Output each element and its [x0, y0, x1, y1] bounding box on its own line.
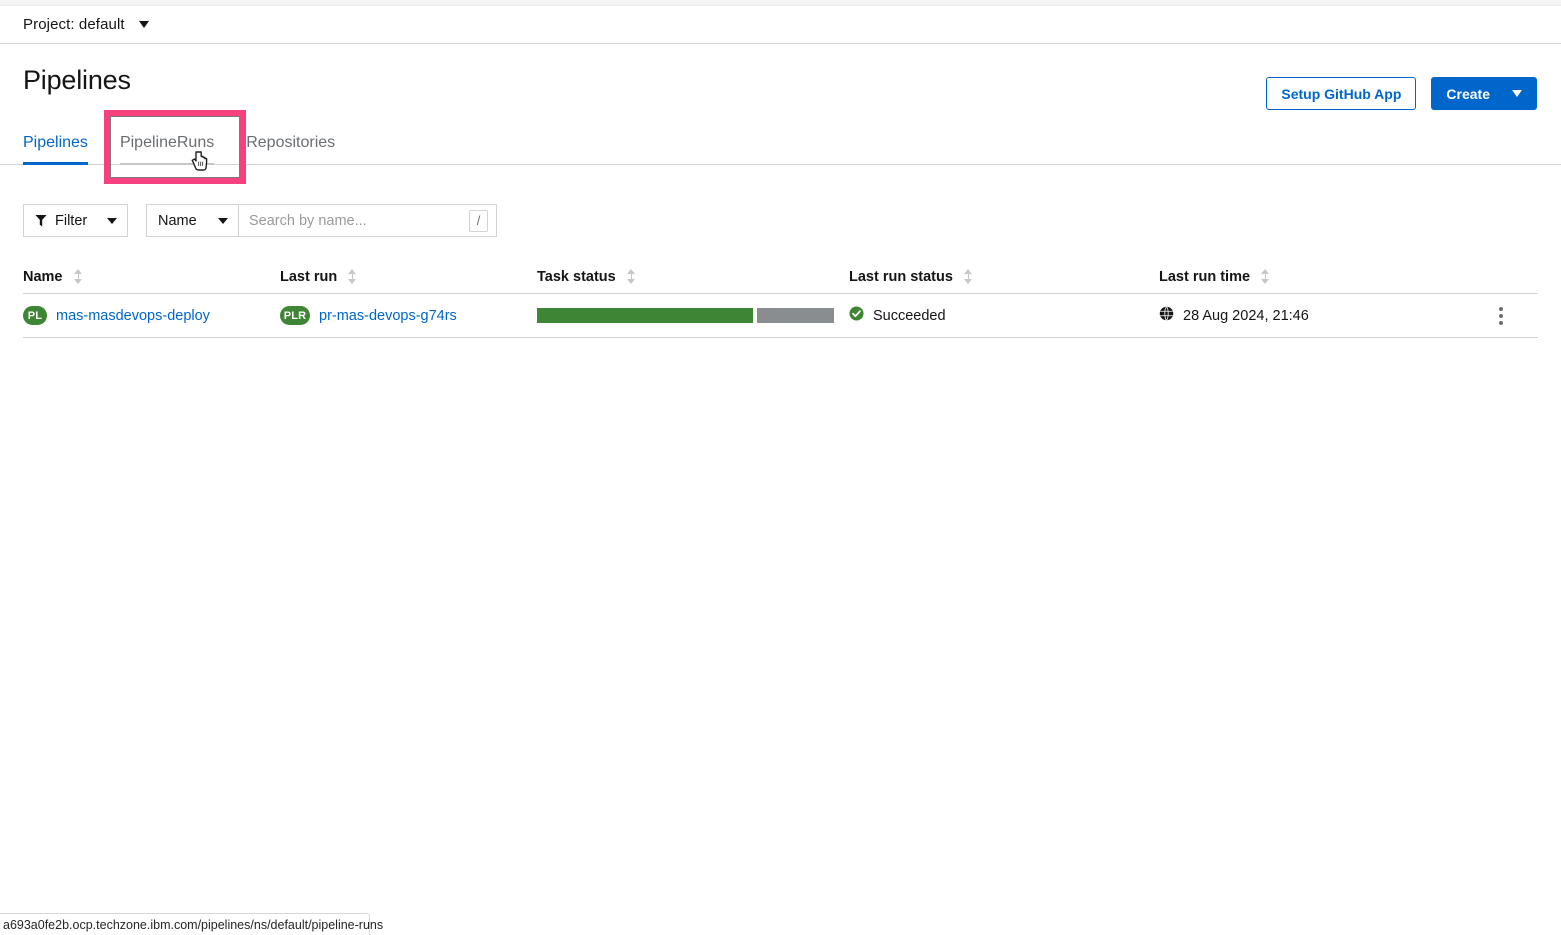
pipelinerun-name-link[interactable]: pr-mas-devops-g74rs [319, 308, 457, 324]
column-header-last-run-time-label: Last run time [1159, 268, 1251, 285]
column-header-last-run-label: Last run [280, 268, 338, 285]
pipeline-badge-icon: PL [23, 306, 47, 325]
task-status-pending-segment [757, 308, 834, 323]
table-row: PL mas-masdevops-deploy PLR pr-mas-devop… [23, 294, 1538, 338]
check-circle-icon [849, 306, 864, 325]
tab-repositories-label: Repositories [246, 133, 336, 151]
column-header-last-run-status-label: Last run status [849, 268, 953, 285]
page-header: Pipelines Setup GitHub App Create [0, 45, 1561, 120]
kebab-menu-icon[interactable] [1495, 303, 1507, 329]
cell-task-status [537, 308, 849, 323]
tab-pipelineruns-label: PipelineRuns [119, 133, 215, 151]
column-header-task-status-label: Task status [537, 268, 616, 285]
tab-pipelines-label: Pipelines [23, 133, 88, 151]
tab-pipelines[interactable]: Pipelines [23, 120, 104, 165]
header-actions: Setup GitHub App Create [1266, 77, 1537, 110]
sort-icon [73, 269, 83, 284]
tab-list: Pipelines PipelineRuns Repositories [23, 120, 351, 165]
column-header-task-status[interactable]: Task status [537, 269, 849, 285]
column-header-last-run-time[interactable]: Last run time [1159, 269, 1489, 285]
cell-last-run-time: 28 Aug 2024, 21:46 [1159, 306, 1489, 325]
page-title: Pipelines [23, 65, 131, 95]
browser-status-url: a693a0fe2b.ocp.techzone.ibm.com/pipeline… [0, 913, 383, 935]
create-button-label: Create [1446, 85, 1490, 102]
setup-github-app-button[interactable]: Setup GitHub App [1266, 77, 1417, 110]
column-header-name-label: Name [23, 268, 63, 285]
tab-bar: Pipelines PipelineRuns Repositories [0, 120, 1561, 165]
pipelines-table: Name Last run Task status Last run statu… [23, 260, 1538, 338]
table-toolbar: Filter Name / [23, 204, 497, 237]
task-status-completed-segment [537, 308, 753, 323]
column-header-name[interactable]: Name [23, 269, 280, 285]
sort-icon [626, 269, 636, 284]
pipeline-name-link[interactable]: mas-masdevops-deploy [56, 308, 210, 324]
tab-pipelineruns[interactable]: PipelineRuns [104, 120, 230, 165]
search-input[interactable] [249, 212, 469, 229]
search-shortcut-key: / [469, 209, 488, 232]
column-header-last-run-status[interactable]: Last run status [849, 269, 1159, 285]
project-selector[interactable]: Project: default [23, 16, 149, 33]
search-box[interactable]: / [239, 204, 497, 237]
sort-icon [963, 269, 973, 284]
sort-icon [1261, 269, 1270, 284]
cell-actions [1489, 303, 1538, 329]
create-button[interactable]: Create [1431, 77, 1537, 110]
filter-dropdown-label: Filter [55, 212, 88, 229]
project-bar: Project: default [0, 6, 1561, 44]
chevron-down-icon [138, 21, 149, 28]
chevron-down-icon [107, 217, 117, 224]
funnel-icon [35, 214, 47, 227]
task-status-bar [537, 308, 834, 323]
cell-last-run: PLR pr-mas-devops-g74rs [280, 306, 537, 325]
pipelinerun-badge-icon: PLR [280, 306, 310, 325]
search-group: Name / [146, 204, 497, 237]
column-header-last-run[interactable]: Last run [280, 269, 537, 285]
search-attribute-dropdown[interactable]: Name [146, 204, 239, 237]
search-attribute-label: Name [158, 212, 197, 229]
filter-dropdown[interactable]: Filter [23, 204, 128, 237]
table-header-row: Name Last run Task status Last run statu… [23, 260, 1538, 294]
cell-last-run-status: Succeeded [849, 306, 1159, 325]
tab-repositories[interactable]: Repositories [230, 120, 351, 165]
cell-name: PL mas-masdevops-deploy [23, 306, 280, 325]
last-run-time-label: 28 Aug 2024, 21:46 [1183, 307, 1309, 324]
last-run-status-label: Succeeded [873, 307, 946, 324]
chevron-down-icon [1512, 90, 1522, 97]
project-selector-label: Project: default [23, 16, 125, 33]
globe-icon [1159, 306, 1174, 325]
chevron-down-icon [218, 217, 228, 224]
sort-icon [348, 269, 357, 284]
